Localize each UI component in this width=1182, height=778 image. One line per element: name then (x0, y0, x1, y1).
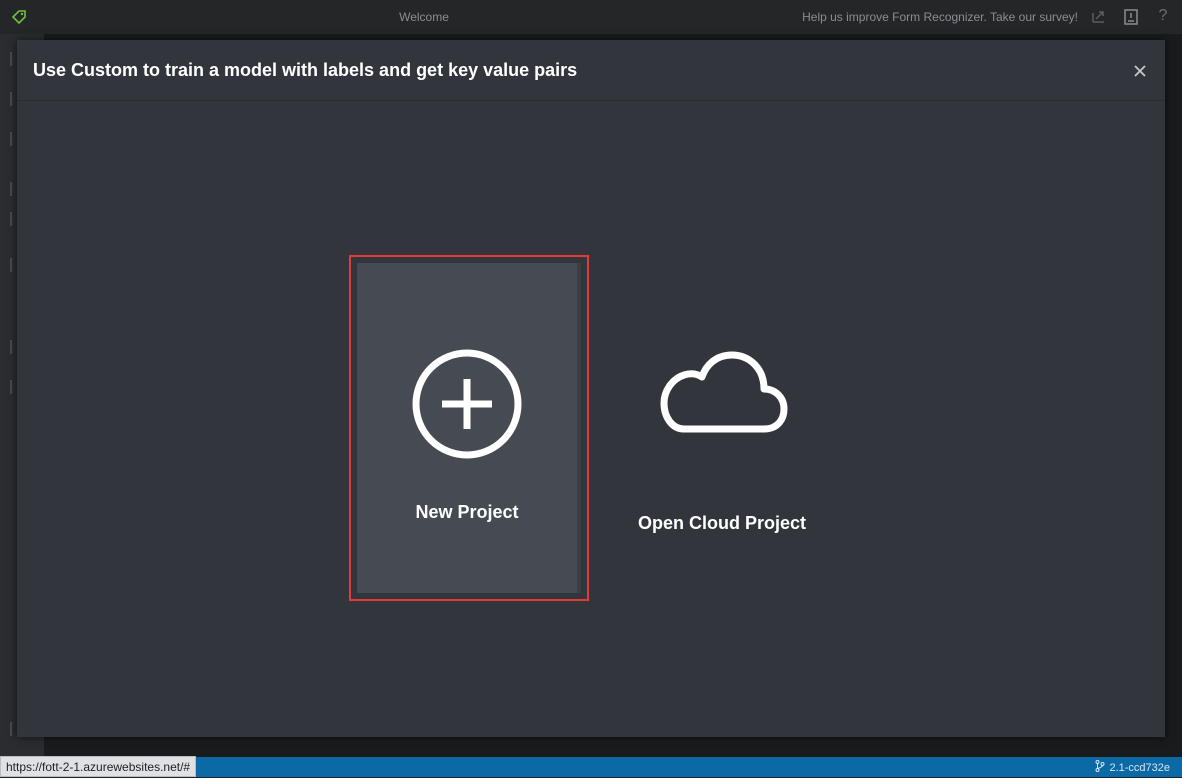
cloud-icon (660, 351, 788, 433)
title-bar: Welcome Help us improve Form Recognizer.… (0, 0, 1182, 34)
modal-title: Use Custom to train a model with labels … (33, 60, 578, 80)
report-icon[interactable] (1122, 8, 1140, 26)
window-title: Welcome (399, 10, 449, 24)
modal-header: Use Custom to train a model with labels … (17, 40, 1165, 101)
version-label: 2.1-ccd732e (1109, 762, 1170, 774)
open-cloud-project-card[interactable]: Open Cloud Project (602, 263, 842, 593)
survey-link[interactable]: Help us improve Form Recognizer. Take ou… (802, 10, 1078, 24)
open-cloud-project-label: Open Cloud Project (637, 513, 806, 533)
url-tooltip: https://fott-2-1.azurewebsites.net/# (0, 756, 197, 777)
branch-icon (1095, 760, 1105, 772)
version-indicator: 2.1-ccd732e (1095, 760, 1170, 774)
new-project-card-body[interactable]: New Project (357, 263, 581, 593)
share-icon[interactable] (1090, 8, 1108, 26)
plus-circle-icon (412, 349, 522, 459)
new-project-label: New Project (415, 502, 519, 522)
help-icon[interactable]: ? (1154, 7, 1172, 25)
new-project-card[interactable]: New Project (349, 255, 589, 601)
close-icon[interactable] (1130, 61, 1150, 81)
welcome-modal: Use Custom to train a model with labels … (17, 40, 1165, 737)
